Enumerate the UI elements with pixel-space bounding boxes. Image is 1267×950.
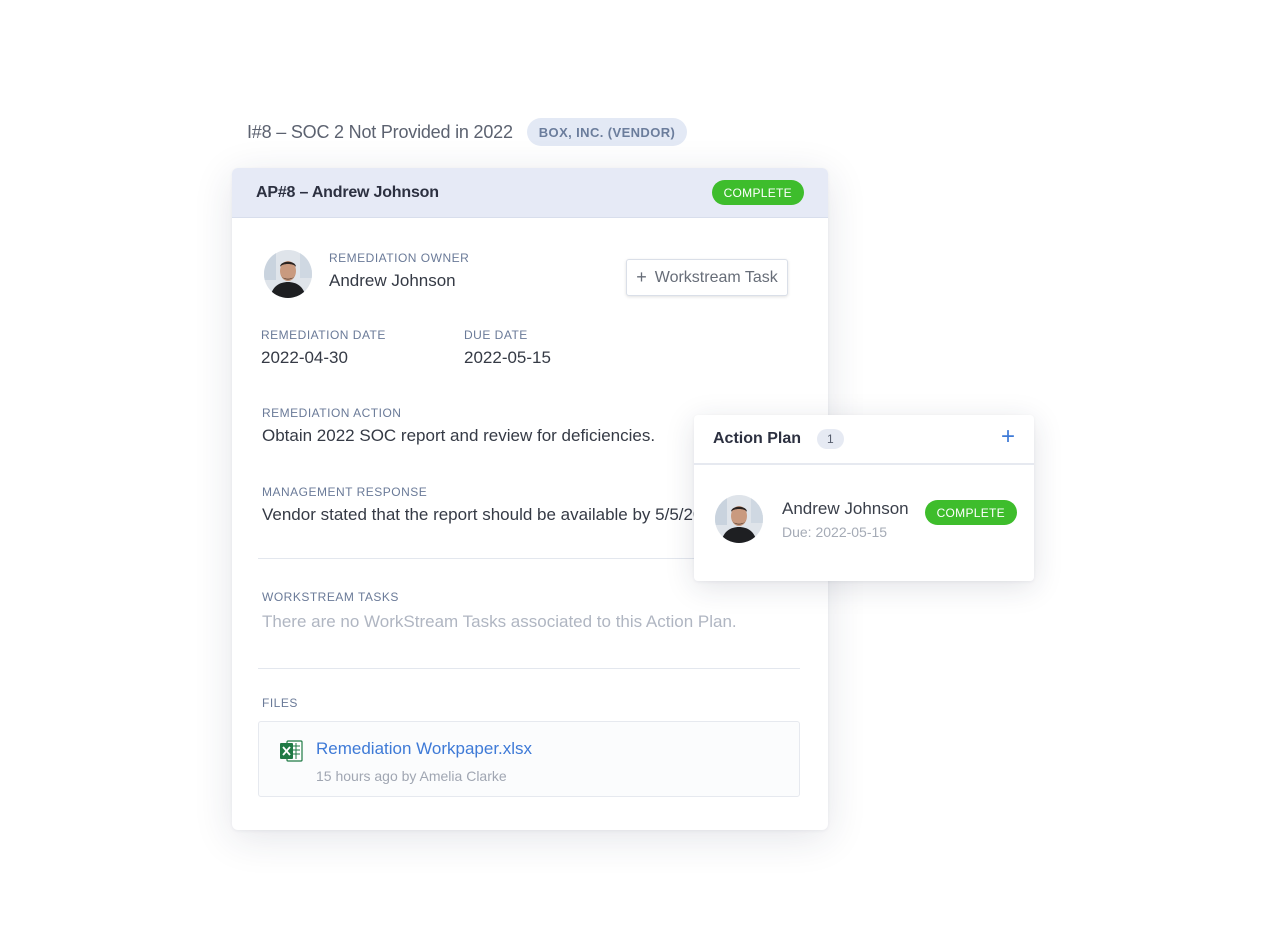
remediation-owner: REMEDIATION OWNER Andrew Johnson	[264, 250, 469, 298]
remediation-action: REMEDIATION ACTION Obtain 2022 SOC repor…	[262, 406, 655, 446]
remediation-date-value: 2022-04-30	[261, 348, 348, 367]
files-section: FILES	[262, 696, 298, 710]
workstream-button-label: Workstream Task	[654, 268, 778, 286]
action-plan-header: Action Plan 1 +	[694, 415, 1034, 465]
owner-label: REMEDIATION OWNER	[329, 251, 470, 265]
file-name-link[interactable]: Remediation Workpaper.xlsx	[316, 739, 532, 759]
management-response: MANAGEMENT RESPONSE Vendor stated that t…	[262, 485, 726, 525]
add-workstream-task-button[interactable]: + Workstream Task	[626, 259, 788, 296]
plus-icon: +	[636, 267, 647, 287]
action-plan-item[interactable]: Andrew Johnson Due: 2022-05-15 COMPLETE	[715, 495, 1017, 543]
owner-name: Andrew Johnson	[329, 271, 456, 290]
file-item[interactable]: Remediation Workpaper.xlsx 15 hours ago …	[258, 721, 800, 797]
remediation-action-text: Obtain 2022 SOC report and review for de…	[262, 426, 656, 445]
avatar	[715, 495, 763, 543]
card-title: AP#8 – Andrew Johnson	[256, 183, 439, 201]
files-label: FILES	[262, 696, 298, 710]
action-plan-item-name: Andrew Johnson	[782, 498, 909, 518]
remediation-date-label: REMEDIATION DATE	[261, 328, 386, 342]
vendor-badge[interactable]: BOX, INC. (VENDOR)	[526, 118, 688, 146]
action-plan-title: Action Plan	[713, 430, 802, 447]
status-badge: COMPLETE	[711, 180, 804, 205]
excel-file-icon	[279, 739, 303, 763]
management-response-label: MANAGEMENT RESPONSE	[262, 485, 428, 499]
workstream-tasks: WORKSTREAM TASKS There are no WorkStream…	[262, 590, 737, 632]
workstream-tasks-empty: There are no WorkStream Tasks associated…	[262, 612, 737, 631]
action-plan-item-due: Due: 2022-05-15	[782, 523, 888, 540]
action-plan-count: 1	[817, 429, 844, 449]
file-meta: 15 hours ago by Amelia Clarke	[316, 768, 507, 784]
issue-header: I#8 – SOC 2 Not Provided in 2022 BOX, IN…	[247, 118, 688, 146]
status-badge: COMPLETE	[924, 500, 1017, 525]
action-plan-panel: Action Plan 1 + Andrew Johnson Due: 2022…	[694, 415, 1034, 581]
divider	[258, 668, 800, 669]
card-header: AP#8 – Andrew Johnson COMPLETE	[232, 168, 828, 218]
due-date: DUE DATE 2022-05-15	[464, 328, 551, 368]
due-date-label: DUE DATE	[464, 328, 528, 342]
remediation-action-label: REMEDIATION ACTION	[262, 406, 402, 420]
workstream-tasks-label: WORKSTREAM TASKS	[262, 590, 399, 604]
management-response-text: Vendor stated that the report should be …	[262, 505, 727, 524]
plus-icon[interactable]: +	[1001, 425, 1015, 449]
due-date-value: 2022-05-15	[464, 348, 551, 367]
issue-title: I#8 – SOC 2 Not Provided in 2022	[247, 121, 513, 142]
avatar	[264, 250, 312, 298]
remediation-date: REMEDIATION DATE 2022-04-30	[261, 328, 386, 368]
